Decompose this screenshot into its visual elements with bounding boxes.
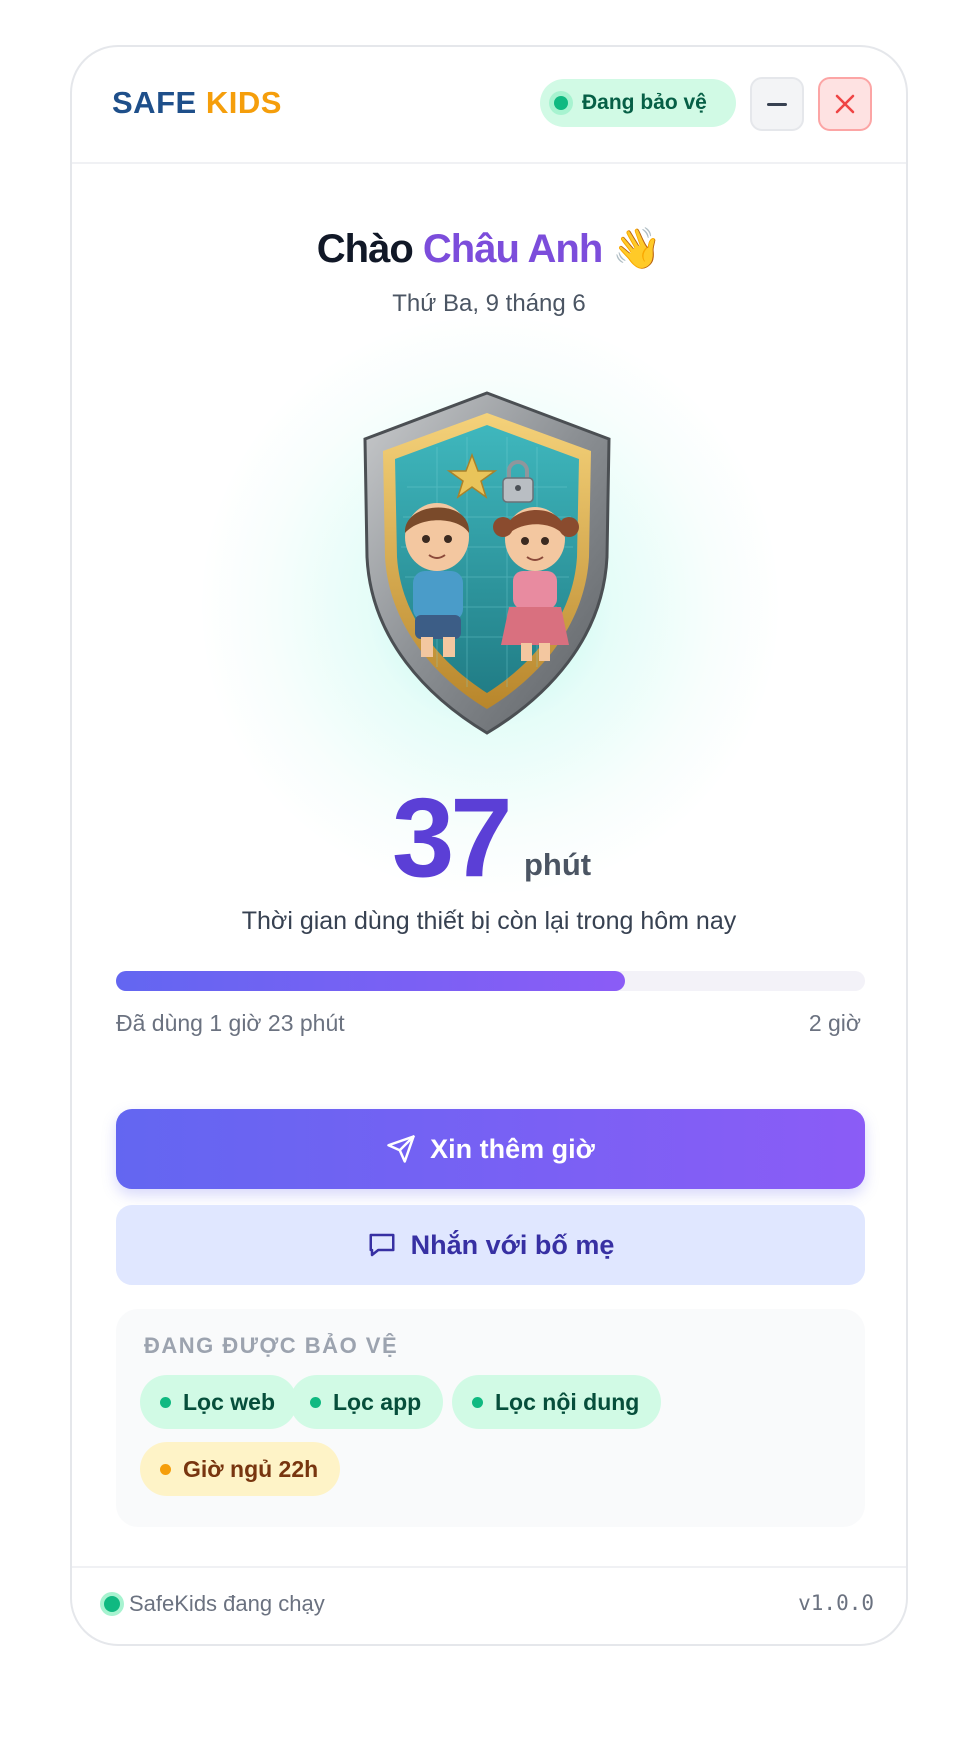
chip-dot-icon (160, 1463, 171, 1475)
remaining-time-label: Thời gian dùng thiết bị còn lại trong hô… (241, 907, 737, 935)
remaining-minutes-unit: phút (524, 847, 592, 882)
send-icon (387, 1135, 415, 1163)
greeting-heading: Chào Châu Anh 👋 (72, 225, 906, 272)
current-date: Thứ Ba, 9 tháng 6 (392, 290, 586, 317)
shield-illustration (363, 391, 611, 735)
running-status-text: SafeKids đang chạy (129, 1591, 325, 1616)
chip-dot-icon (160, 1396, 171, 1408)
footer: SafeKids đang chạy v1.0.0 (72, 1566, 906, 1644)
protection-card: ĐANG ĐƯỢC BẢO VỆ Lọc web Lọc app Lọc nội… (116, 1309, 865, 1527)
message-parents-label: Nhắn với bố mẹ (410, 1229, 615, 1260)
child-name: Châu Anh (422, 227, 603, 271)
daily-limit-label: 2 giờ (808, 1010, 861, 1036)
usage-progress-bar (116, 971, 865, 991)
app-window: SAFE KIDS Đang bảo vệ Chào Châu Anh 👋 Th… (70, 45, 908, 1646)
logo-kids-text: KIDS (205, 85, 282, 120)
request-more-time-label: Xin thêm giờ (430, 1133, 595, 1164)
greeting-hello: Chào (316, 227, 414, 271)
chat-bubble-icon (369, 1233, 395, 1257)
safekids-logo: SAFE KIDS (112, 85, 282, 121)
close-icon (835, 94, 855, 114)
protection-status-badge: Đang bảo vệ (540, 79, 736, 127)
remaining-minutes-value: 37 (392, 775, 513, 900)
request-more-time-button[interactable]: Xin thêm giờ (116, 1109, 865, 1189)
usage-progress-fill (116, 971, 626, 991)
minimize-button[interactable] (750, 77, 804, 131)
wave-emoji: 👋 (612, 227, 662, 271)
chip-label: Lọc nội dung (495, 1388, 640, 1415)
chip-bedtime: Giờ ngủ 22h (140, 1442, 341, 1496)
close-button[interactable] (818, 77, 872, 131)
used-time-label: Đã dùng 1 giờ 23 phút (116, 1010, 345, 1036)
minus-icon (767, 102, 787, 106)
running-status-icon (104, 1596, 120, 1612)
message-parents-button[interactable]: Nhắn với bố mẹ (116, 1205, 865, 1285)
chip-dot-icon (310, 1396, 321, 1408)
header: SAFE KIDS Đang bảo vệ (72, 47, 906, 164)
chip-dot-icon (472, 1396, 483, 1408)
chip-label: Lọc app (333, 1388, 422, 1415)
chip-app-filter: Lọc app (290, 1375, 444, 1429)
chip-content-filter: Lọc nội dung (452, 1375, 662, 1429)
chip-web-filter: Lọc web (140, 1375, 298, 1429)
logo-safe-text: SAFE (112, 85, 197, 120)
chip-label: Giờ ngủ 22h (183, 1455, 319, 1482)
version-label: v1.0.0 (798, 1591, 874, 1615)
status-dot-icon (554, 96, 568, 110)
status-text: Đang bảo vệ (582, 91, 707, 114)
protection-title: ĐANG ĐƯỢC BẢO VỆ (144, 1333, 399, 1358)
chip-label: Lọc web (183, 1388, 276, 1415)
